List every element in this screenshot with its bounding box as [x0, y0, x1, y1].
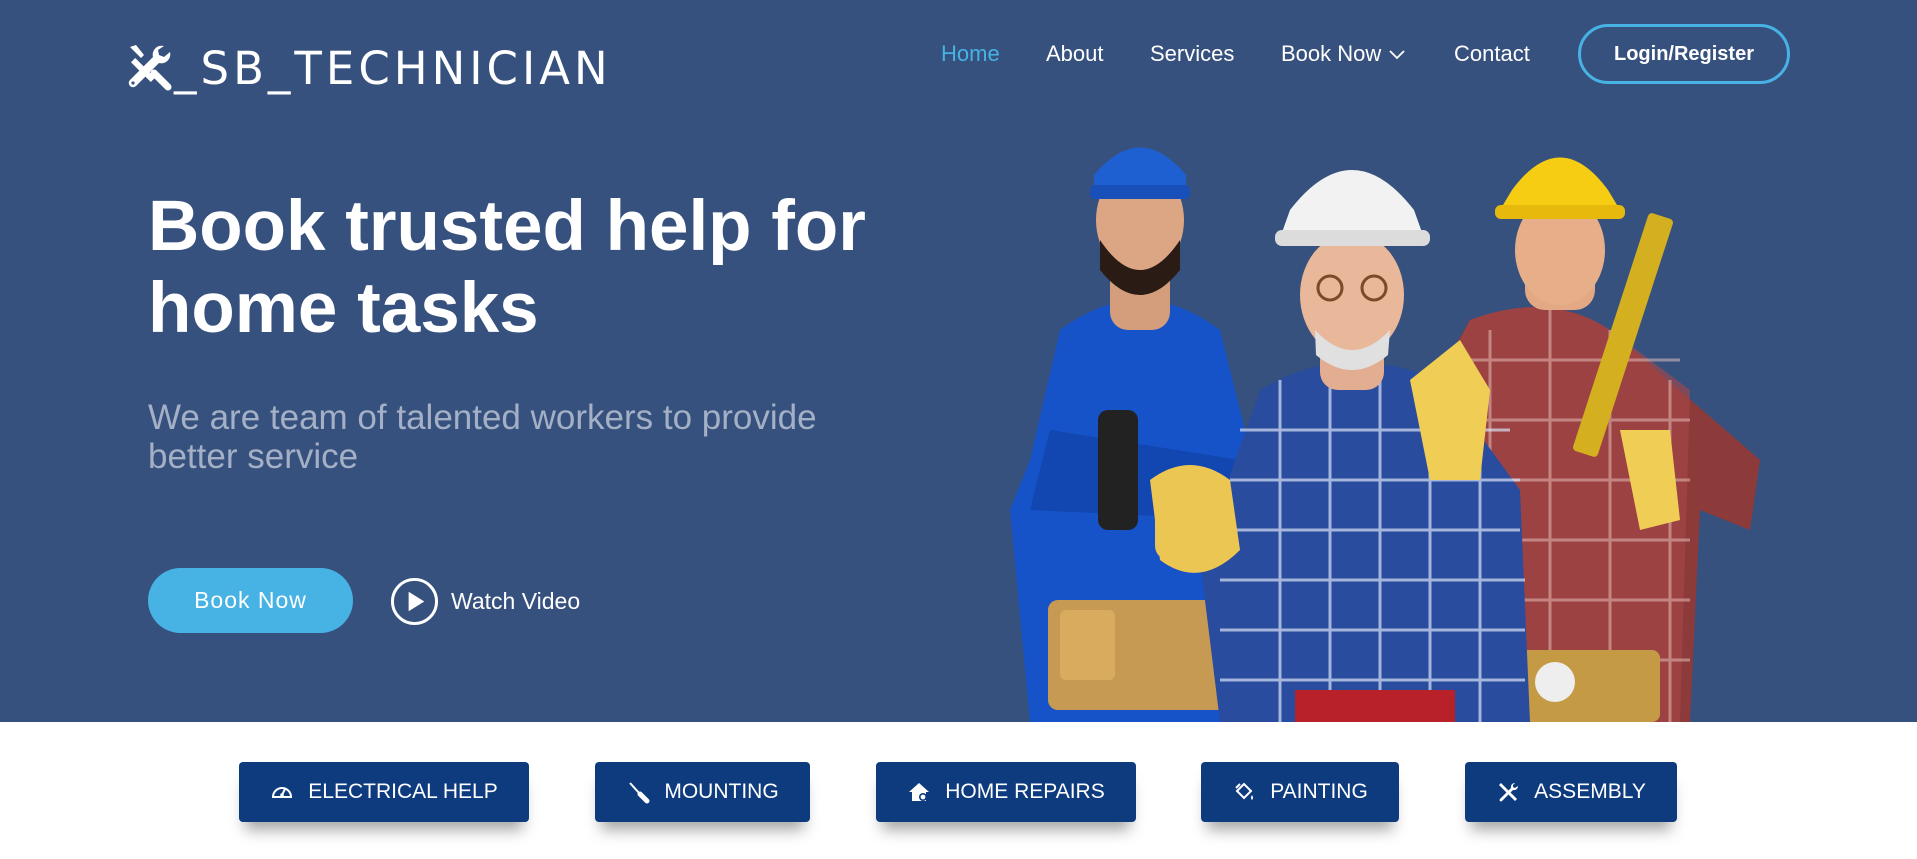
wrench-screwdriver-icon [128, 45, 172, 91]
hero-workers-image [1010, 147, 1760, 722]
paint-bucket-icon [1235, 782, 1254, 800]
service-electrical-help[interactable]: ELECTRICAL HELP [239, 762, 529, 822]
tools-icon [1499, 782, 1519, 802]
login-register-button[interactable]: Login/Register [1578, 24, 1790, 84]
gauge-icon [272, 787, 293, 798]
service-assembly-label: ASSEMBLY [1534, 780, 1646, 803]
hero-section: _SB_TECHNICIAN Home About Services Book … [0, 0, 1917, 722]
nav-services[interactable]: Services [1150, 40, 1234, 68]
service-electrical-help-label: ELECTRICAL HELP [308, 780, 498, 803]
nav-book-now[interactable]: Book Now [1281, 40, 1405, 68]
watch-video-button[interactable]: Watch Video [390, 576, 580, 626]
hero-subtitle: We are team of talented workers to provi… [148, 398, 817, 476]
service-mounting-label: MOUNTING [664, 780, 779, 803]
service-home-repairs-label: HOME REPAIRS [945, 780, 1105, 803]
service-home-repairs[interactable]: HOME REPAIRS [876, 762, 1136, 822]
brand-name: _SB_TECHNICIAN [174, 41, 612, 95]
service-categories: ELECTRICAL HELP MOUNTING HOME REPAIRS PA… [0, 722, 1917, 859]
service-mounting[interactable]: MOUNTING [595, 762, 810, 822]
nav-contact[interactable]: Contact [1454, 40, 1530, 68]
house-gear-icon [909, 783, 930, 801]
play-circle-icon [390, 577, 439, 625]
watch-video-label: Watch Video [451, 587, 581, 614]
nav-home[interactable]: Home [941, 40, 1000, 68]
nav-book-now-label: Book Now [1281, 41, 1382, 66]
nav-about[interactable]: About [1046, 40, 1104, 68]
service-painting-label: PAINTING [1270, 780, 1368, 803]
service-assembly[interactable]: ASSEMBLY [1465, 762, 1677, 822]
chevron-down-icon [1389, 50, 1405, 60]
brand-logo[interactable]: _SB_TECHNICIAN [124, 40, 612, 96]
hero-title: Book trusted help for home tasks [148, 187, 866, 348]
book-now-button[interactable]: Book Now [148, 568, 353, 633]
service-painting[interactable]: PAINTING [1201, 762, 1399, 822]
screwdriver-icon [629, 782, 650, 804]
